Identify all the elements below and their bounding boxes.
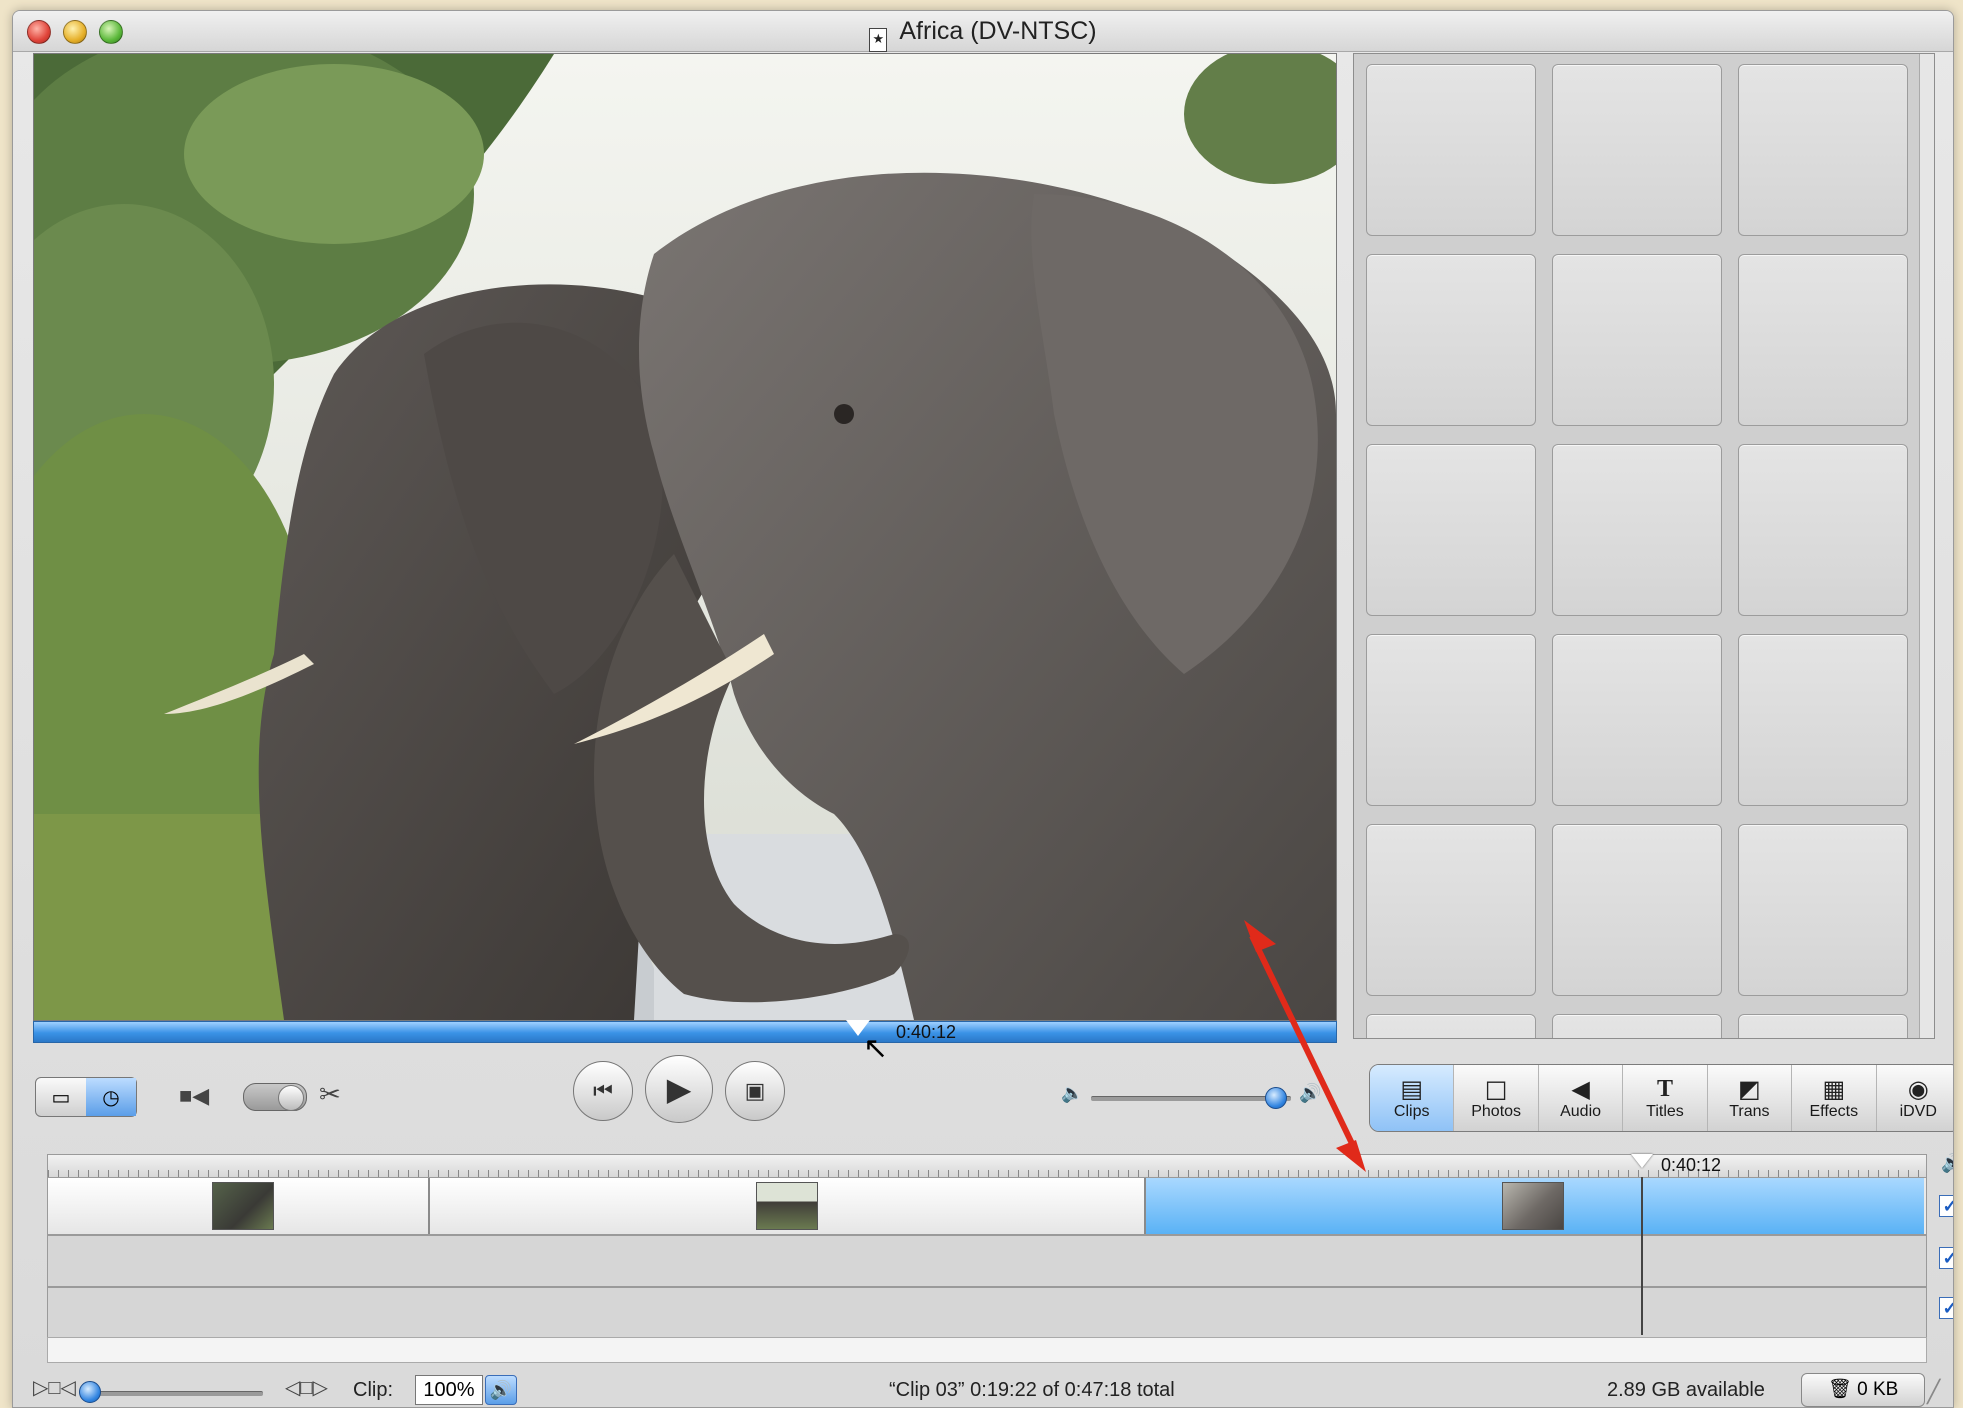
annotation-arrow-line: [1249, 934, 1361, 1158]
annotation-arrow-head-bottom: [1336, 1140, 1366, 1172]
annotation-arrow: [1244, 920, 1366, 1172]
annotation-arrow-head-top: [1244, 920, 1276, 952]
